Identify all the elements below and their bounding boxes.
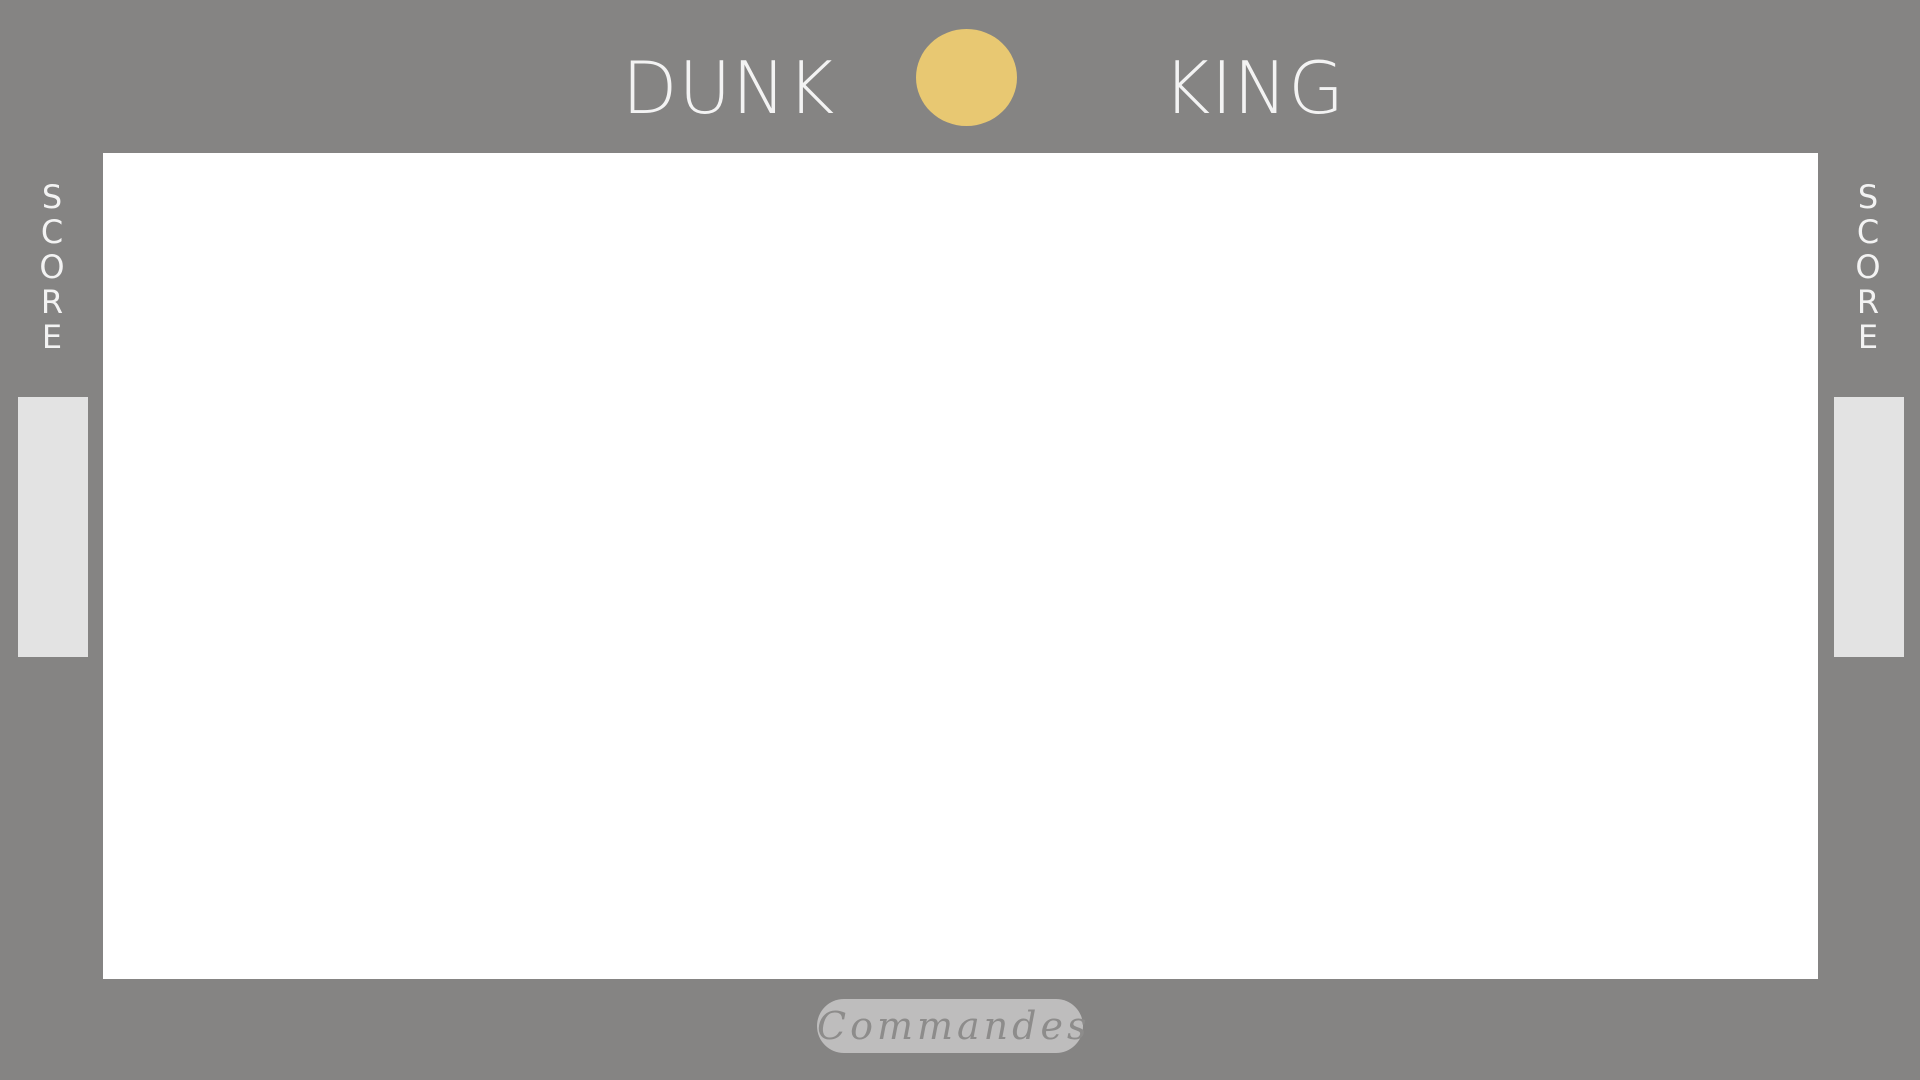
score-letter: C: [1856, 213, 1880, 251]
score-bar-left: [18, 397, 88, 657]
score-letter: O: [39, 248, 65, 286]
score-letter: C: [40, 213, 64, 251]
score-letter: E: [41, 318, 63, 356]
score-label-right: S C O R E: [1848, 180, 1888, 355]
score-letter: S: [41, 178, 63, 216]
score-bar-right: [1834, 397, 1904, 657]
title-king: KING: [1163, 46, 1346, 130]
score-label-left: S C O R E: [32, 180, 72, 355]
score-letter: S: [1857, 178, 1879, 216]
score-letter: O: [1855, 248, 1881, 286]
ball-logo-icon: [916, 29, 1017, 126]
title-dunk: DUNK: [622, 46, 836, 130]
score-letter: R: [40, 283, 64, 321]
score-letter: R: [1856, 283, 1880, 321]
commands-button[interactable]: Commandes: [817, 999, 1086, 1053]
game-court[interactable]: [103, 153, 1818, 979]
score-letter: E: [1857, 318, 1879, 356]
game-screen: DUNK KING S C O R E S C O R E Commandes: [0, 0, 1920, 1080]
